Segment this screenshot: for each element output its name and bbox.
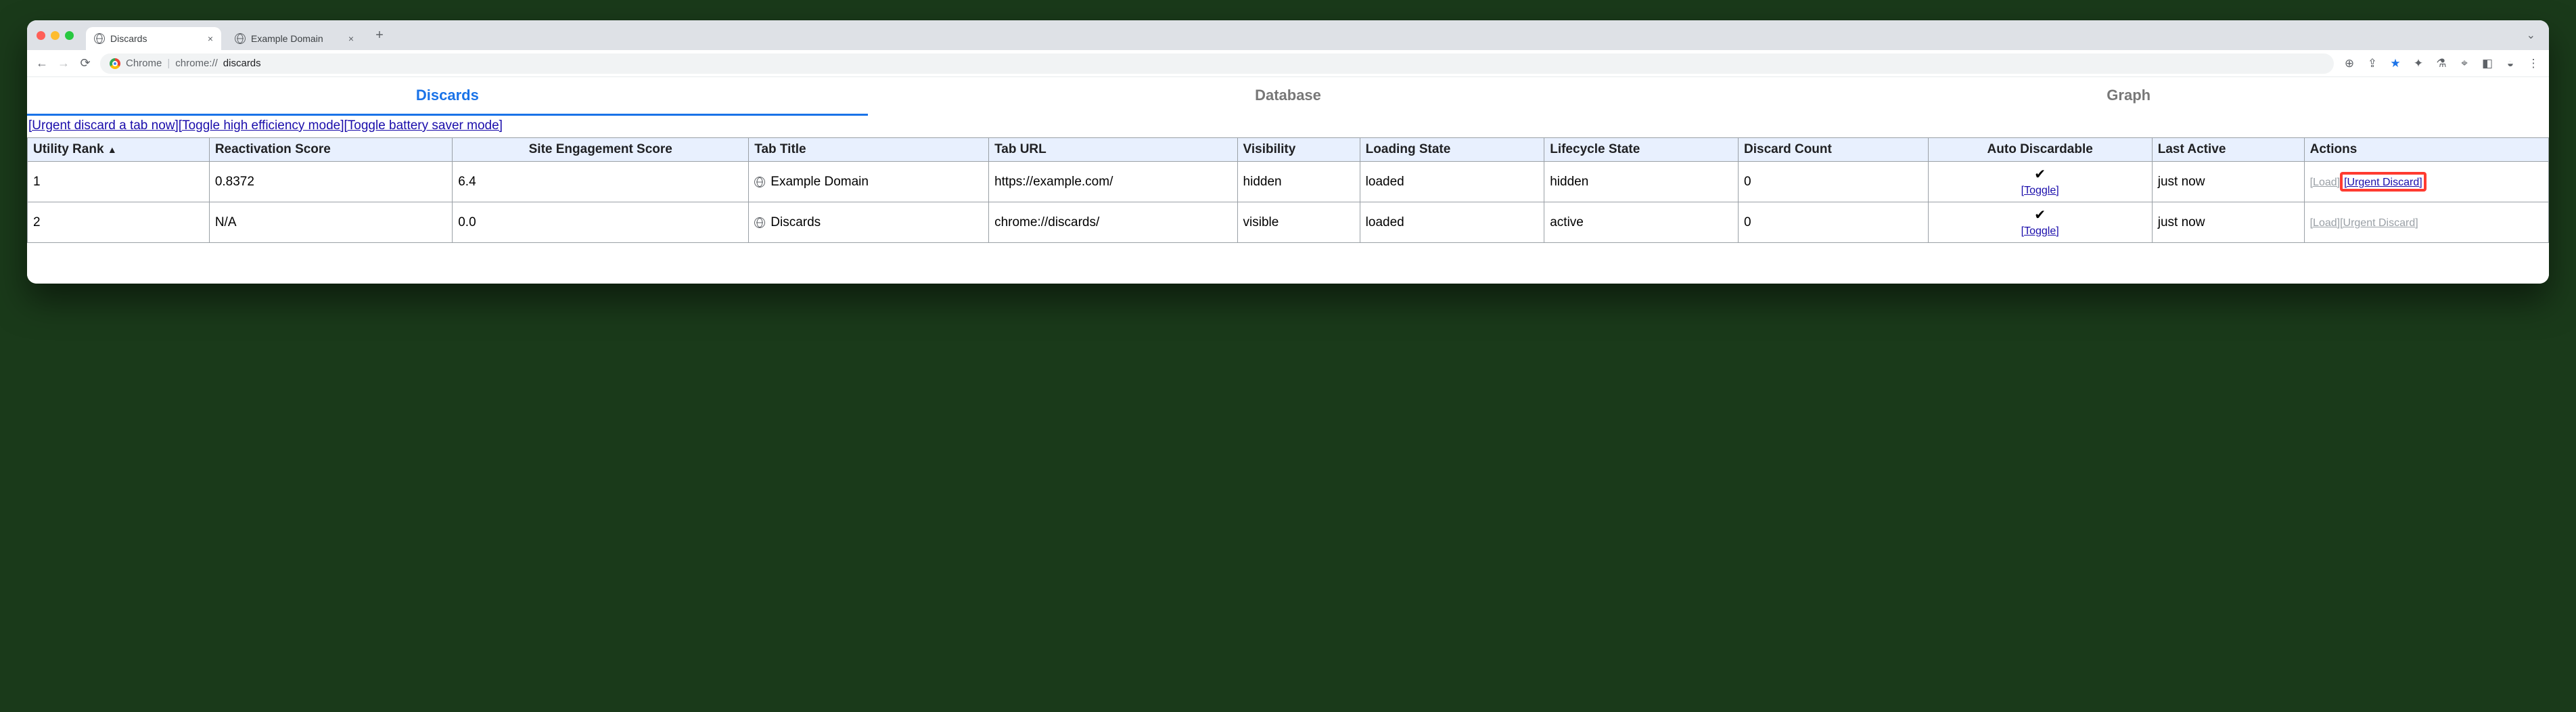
table-row: 10.83726.4Example Domainhttps://example.… [28, 162, 2549, 202]
cell-discard-count: 0 [1739, 162, 1929, 202]
toggle-auto-discardable-link[interactable]: [Toggle] [2021, 185, 2059, 196]
col-lifecycle-state[interactable]: Lifecycle State [1544, 138, 1739, 162]
chrome-icon [110, 58, 120, 69]
window-maximize-button[interactable] [65, 31, 74, 40]
page-tab-strip: Discards Database Graph [27, 77, 2549, 116]
url-host-dim: chrome:// [175, 58, 218, 69]
browser-tab-example[interactable]: Example Domain × [227, 27, 362, 50]
cell-auto-discardable: ✔ [Toggle] [1928, 202, 2152, 243]
share-icon[interactable]: ⇪ [2365, 57, 2380, 70]
cell-tab-title: Discards [749, 202, 989, 243]
cell-lifecycle-state: active [1544, 202, 1739, 243]
cell-discard-count: 0 [1739, 202, 1929, 243]
url-path: discards [223, 58, 261, 69]
urgent-discard-link[interactable]: [Urgent Discard] [2340, 217, 2418, 229]
sidepanel-icon[interactable]: ◧ [2480, 57, 2495, 70]
discards-table: Utility Rank ▲ Reactivation Score Site E… [27, 137, 2549, 243]
cell-actions: [Load][Urgent Discard] [2304, 202, 2548, 243]
cell-actions: [Load] [Urgent Discard] [2304, 162, 2548, 202]
globe-icon [754, 177, 765, 187]
cell-utility-rank: 2 [28, 202, 210, 243]
col-loading-state[interactable]: Loading State [1360, 138, 1544, 162]
tab-title: Discards [110, 33, 147, 44]
toggle-auto-discardable-link[interactable]: [Toggle] [2021, 225, 2059, 237]
cell-site-engagement: 0.0 [453, 202, 749, 243]
toolbar: ← → ⟳ Chrome | chrome:// discards ⊕ ⇪ ★ ✦… [27, 50, 2549, 77]
cell-reactivation-score: N/A [209, 202, 452, 243]
extensions-icon[interactable]: ✦ [2411, 57, 2426, 70]
toggle-battery-saver-link[interactable]: [Toggle battery saver mode] [344, 118, 503, 133]
toggle-high-efficiency-link[interactable]: [Toggle high efficiency mode] [179, 118, 344, 133]
urgent-discard-now-link[interactable]: [Urgent discard a tab now] [28, 118, 179, 133]
cell-tab-url: chrome://discards/ [989, 202, 1237, 243]
window-minimize-button[interactable] [51, 31, 60, 40]
col-discard-count[interactable]: Discard Count [1739, 138, 1929, 162]
tab-overflow-button[interactable]: ⌄ [2527, 28, 2535, 42]
cell-site-engagement: 6.4 [453, 162, 749, 202]
cell-tab-title: Example Domain [749, 162, 989, 202]
forward-button[interactable]: → [57, 56, 70, 70]
cell-tab-url: https://example.com/ [989, 162, 1237, 202]
table-row: 2N/A0.0Discardschrome://discards/visible… [28, 202, 2549, 243]
profile-icon[interactable]: ◒ [2503, 57, 2518, 70]
highlight-annotation: [Urgent Discard] [2340, 172, 2426, 192]
top-actions: [Urgent discard a tab now][Toggle high e… [27, 116, 2549, 137]
col-tab-url[interactable]: Tab URL [989, 138, 1237, 162]
reload-button[interactable]: ⟳ [78, 56, 92, 70]
labs-icon[interactable]: ⚗ [2434, 57, 2449, 70]
check-icon: ✔ [1934, 206, 2146, 223]
col-site-engagement[interactable]: Site Engagement Score [453, 138, 749, 162]
menu-icon[interactable]: ⋮ [2526, 57, 2541, 70]
devtools-icon[interactable]: ⌖ [2457, 57, 2472, 70]
window-controls [37, 31, 74, 40]
tab-database[interactable]: Database [868, 77, 1709, 116]
load-link[interactable]: [Load] [2310, 177, 2340, 188]
cell-auto-discardable: ✔ [Toggle] [1928, 162, 2152, 202]
cell-last-active: just now [2152, 202, 2304, 243]
cell-reactivation-score: 0.8372 [209, 162, 452, 202]
url-separator: | [167, 58, 170, 69]
tab-title: Example Domain [251, 33, 323, 44]
col-reactivation-score[interactable]: Reactivation Score [209, 138, 452, 162]
cell-last-active: just now [2152, 162, 2304, 202]
page-content: Discards Database Graph [Urgent discard … [27, 77, 2549, 284]
titlebar: Discards × Example Domain × + ⌄ [27, 20, 2549, 50]
col-auto-discardable[interactable]: Auto Discardable [1928, 138, 2152, 162]
col-utility-rank[interactable]: Utility Rank ▲ [28, 138, 210, 162]
back-button[interactable]: ← [35, 56, 49, 70]
tab-discards[interactable]: Discards [27, 77, 868, 116]
tab-close-button[interactable]: × [348, 33, 354, 44]
col-last-active[interactable]: Last Active [2152, 138, 2304, 162]
globe-icon [754, 217, 765, 228]
table-header-row: Utility Rank ▲ Reactivation Score Site E… [28, 138, 2549, 162]
cell-loading-state: loaded [1360, 202, 1544, 243]
new-tab-button[interactable]: + [370, 26, 389, 45]
urgent-discard-link[interactable]: [Urgent Discard] [2344, 177, 2422, 188]
cell-visibility: hidden [1237, 162, 1360, 202]
url-scheme-label: Chrome [126, 58, 162, 69]
window-close-button[interactable] [37, 31, 45, 40]
bookmark-star-icon[interactable]: ★ [2388, 57, 2403, 70]
zoom-icon[interactable]: ⊕ [2342, 57, 2357, 70]
browser-window: Discards × Example Domain × + ⌄ ← → ⟳ Ch… [27, 20, 2549, 284]
col-actions[interactable]: Actions [2304, 138, 2548, 162]
sort-asc-icon: ▲ [108, 144, 117, 155]
address-bar[interactable]: Chrome | chrome:// discards [100, 53, 2334, 74]
tab-graph[interactable]: Graph [1708, 77, 2549, 116]
load-link[interactable]: [Load] [2310, 217, 2340, 229]
cell-loading-state: loaded [1360, 162, 1544, 202]
globe-icon [235, 33, 246, 44]
check-icon: ✔ [1934, 166, 2146, 183]
cell-lifecycle-state: hidden [1544, 162, 1739, 202]
cell-utility-rank: 1 [28, 162, 210, 202]
col-tab-title[interactable]: Tab Title [749, 138, 989, 162]
col-visibility[interactable]: Visibility [1237, 138, 1360, 162]
cell-visibility: visible [1237, 202, 1360, 243]
globe-icon [94, 33, 105, 44]
browser-tab-discards[interactable]: Discards × [86, 27, 221, 50]
tab-close-button[interactable]: × [208, 33, 213, 44]
